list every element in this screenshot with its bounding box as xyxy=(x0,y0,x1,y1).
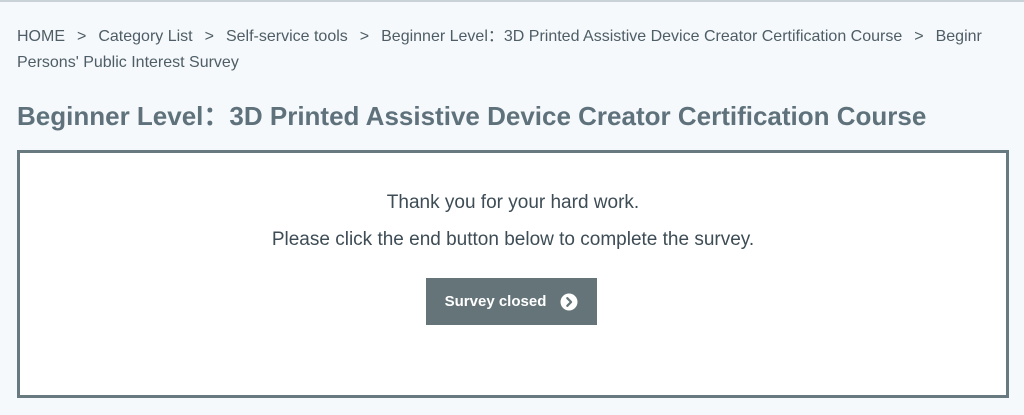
instruction-message: Please click the end button below to com… xyxy=(271,229,755,250)
breadcrumb-row-2: Persons' Public Interest Survey xyxy=(17,50,1024,76)
breadcrumb-category-list[interactable]: Category List xyxy=(98,28,192,45)
breadcrumb-separator: > xyxy=(914,28,924,45)
survey-complete-panel: Thank you for your hard work. Please cli… xyxy=(17,150,1009,398)
top-divider xyxy=(0,0,1024,2)
survey-closed-button[interactable]: Survey closed xyxy=(426,278,597,325)
breadcrumb-self-service-tools[interactable]: Self-service tools xyxy=(226,28,348,45)
breadcrumb-home[interactable]: HOME xyxy=(17,28,65,45)
thank-you-message: Thank you for your hard work. xyxy=(386,192,640,213)
breadcrumb-current-end: Persons' Public Interest Survey xyxy=(17,54,239,71)
survey-closed-button-label: Survey closed xyxy=(444,293,547,310)
breadcrumb-separator: > xyxy=(359,28,370,45)
breadcrumb-row-1: HOME > Category List > Self-service tools > Be… xyxy=(17,24,1024,50)
chevron-right-circle-icon xyxy=(560,293,578,311)
page-title: Beginner Level：3D Printed Assistive Devi… xyxy=(17,101,927,131)
breadcrumb: HOME > Category List > Self-service tools > Be… xyxy=(17,24,1024,76)
breadcrumb-separator: > xyxy=(204,28,214,45)
breadcrumb-course[interactable]: Beginner Level：3D Printed Assistive Devi… xyxy=(381,28,902,45)
breadcrumb-separator: > xyxy=(77,28,87,45)
breadcrumb-current-start: Beginr xyxy=(935,28,982,45)
